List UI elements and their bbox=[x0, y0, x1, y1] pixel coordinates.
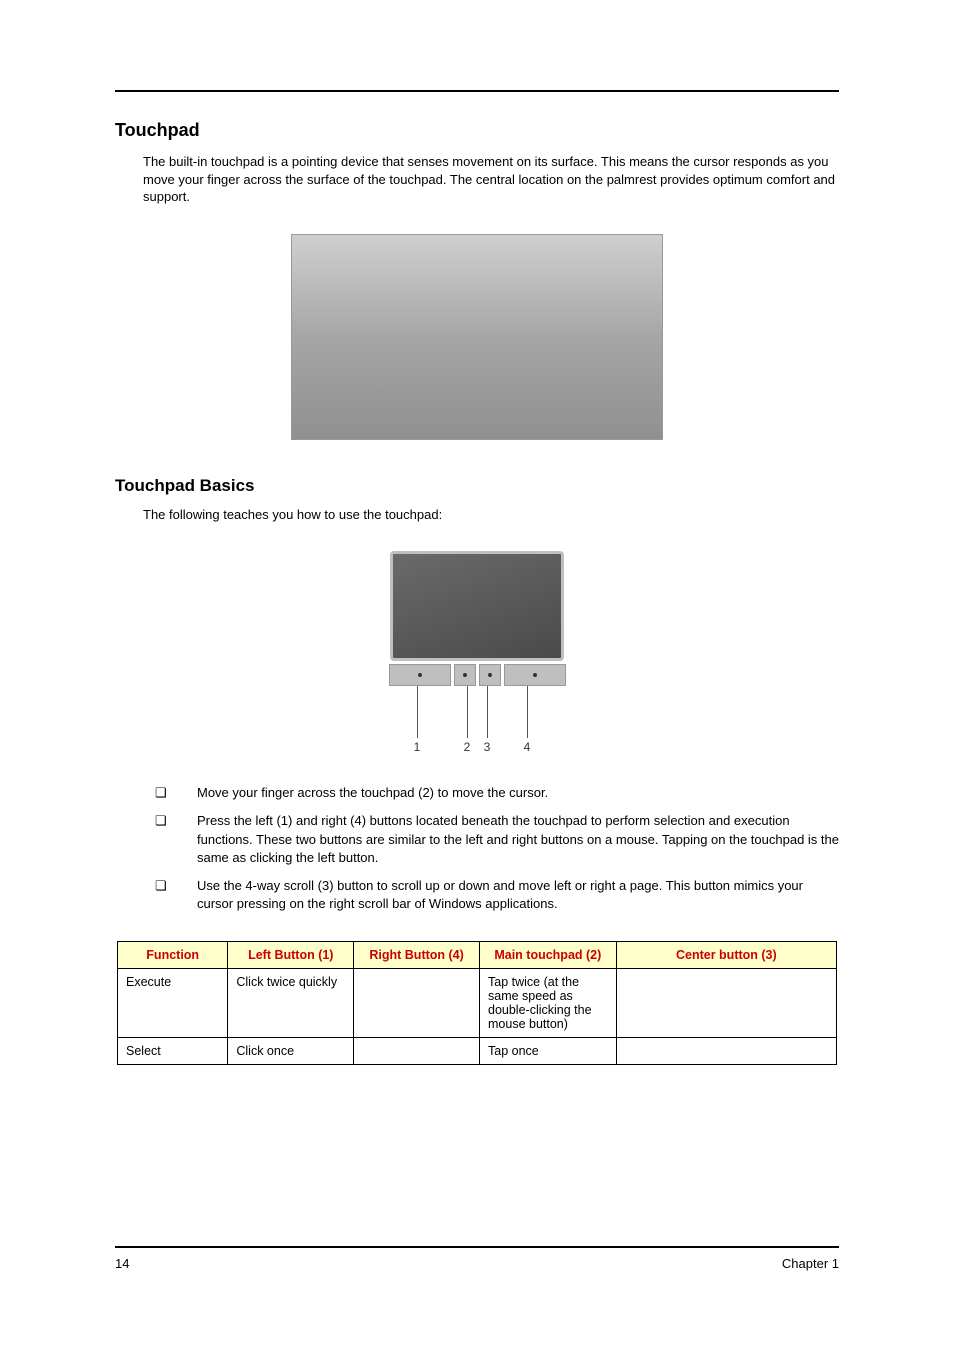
cell-function: Execute bbox=[118, 969, 228, 1038]
th-right-button: Right Button (4) bbox=[354, 942, 480, 969]
footer-row: 14 Chapter 1 bbox=[115, 1256, 839, 1271]
cell-main: Tap twice (at the same speed as double-c… bbox=[480, 969, 617, 1038]
touchpad-basics-bullets: Move your finger across the touchpad (2)… bbox=[115, 784, 839, 913]
cell-main: Tap once bbox=[480, 1038, 617, 1065]
cell-left: Click once bbox=[228, 1038, 354, 1065]
th-center-button: Center button (3) bbox=[616, 942, 836, 969]
diagram-touchpad-surface bbox=[390, 551, 564, 661]
diagram-center-button-a bbox=[454, 664, 476, 686]
page-number: 14 bbox=[115, 1256, 129, 1271]
table-row: Execute Click twice quickly Tap twice (a… bbox=[118, 969, 837, 1038]
paragraph-touchpad-basics-intro: The following teaches you how to use the… bbox=[115, 506, 839, 524]
figure-touchpad-photo bbox=[115, 234, 839, 440]
diagram-label-4: 4 bbox=[524, 740, 531, 754]
bullet-left-right: Press the left (1) and right (4) buttons… bbox=[143, 812, 839, 867]
heading-touchpad: Touchpad bbox=[115, 120, 839, 141]
figure-touchpad-diagram: 1 2 3 4 bbox=[115, 551, 839, 756]
diagram-center-button-b bbox=[479, 664, 501, 686]
bullet-move-cursor: Move your finger across the touchpad (2)… bbox=[143, 784, 839, 802]
th-left-button: Left Button (1) bbox=[228, 942, 354, 969]
touchpad-function-table: Function Left Button (1) Right Button (4… bbox=[117, 941, 837, 1065]
cell-right bbox=[354, 969, 480, 1038]
chapter-label: Chapter 1 bbox=[782, 1256, 839, 1271]
heading-touchpad-basics: Touchpad Basics bbox=[115, 476, 839, 496]
diagram-label-1: 1 bbox=[414, 740, 421, 754]
table-header-row: Function Left Button (1) Right Button (4… bbox=[118, 942, 837, 969]
table-row: Select Click once Tap once bbox=[118, 1038, 837, 1065]
diagram-label-3: 3 bbox=[484, 740, 491, 754]
cell-center bbox=[616, 969, 836, 1038]
footer-divider bbox=[115, 1246, 839, 1248]
th-main-touchpad: Main touchpad (2) bbox=[480, 942, 617, 969]
cell-function: Select bbox=[118, 1038, 228, 1065]
page-footer: 14 Chapter 1 bbox=[115, 1246, 839, 1271]
touchpad-photo-placeholder bbox=[291, 234, 663, 440]
touchpad-diagram: 1 2 3 4 bbox=[387, 551, 567, 756]
diagram-right-button bbox=[504, 664, 566, 686]
cell-left: Click twice quickly bbox=[228, 969, 354, 1038]
cell-center bbox=[616, 1038, 836, 1065]
diagram-left-button bbox=[389, 664, 451, 686]
top-divider bbox=[115, 90, 839, 92]
bullet-4way-scroll: Use the 4-way scroll (3) button to scrol… bbox=[143, 877, 839, 913]
page: Touchpad The built-in touchpad is a poin… bbox=[0, 0, 954, 1351]
diagram-label-2: 2 bbox=[464, 740, 471, 754]
cell-right bbox=[354, 1038, 480, 1065]
paragraph-touchpad-intro: The built-in touchpad is a pointing devi… bbox=[115, 153, 839, 206]
diagram-pointers: 1 2 3 4 bbox=[387, 686, 567, 756]
diagram-button-row bbox=[387, 664, 567, 686]
th-function: Function bbox=[118, 942, 228, 969]
